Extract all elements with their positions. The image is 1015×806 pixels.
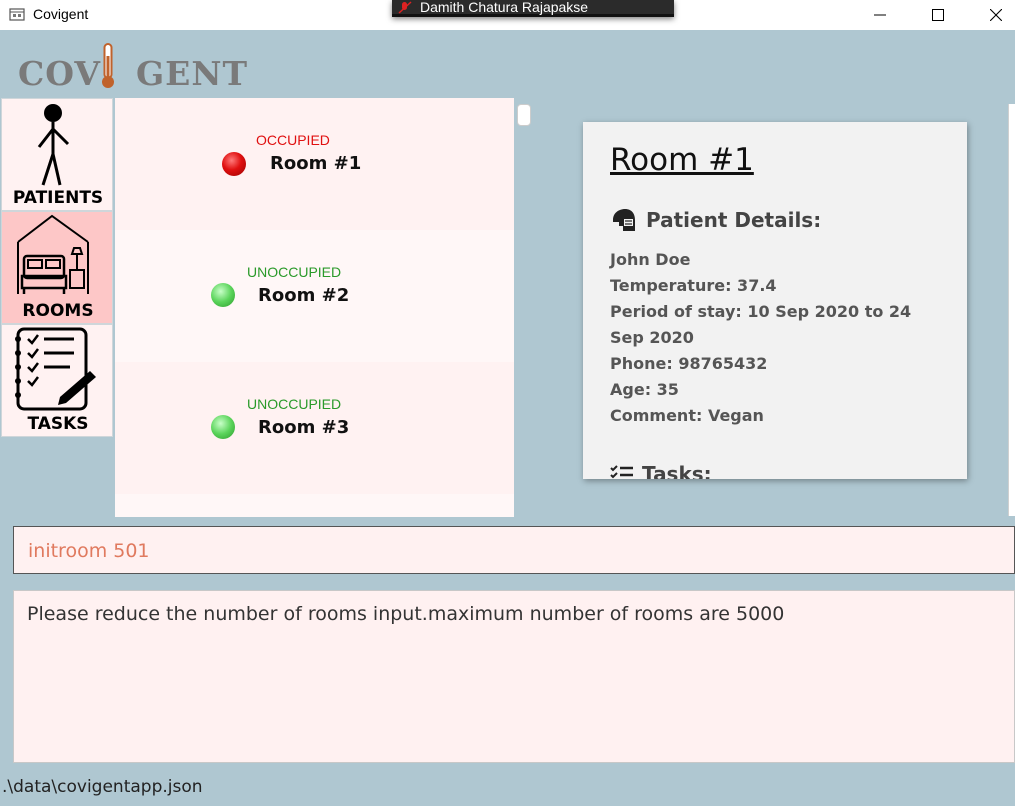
maximize-icon — [932, 9, 944, 21]
bedroom-icon — [17, 214, 89, 294]
checklist-icon — [15, 327, 96, 411]
sidebar-item-tasks[interactable]: TASKS — [1, 324, 113, 437]
patient-age: Age: 35 — [610, 380, 679, 399]
patient-mask-icon — [613, 209, 635, 231]
room-card-4[interactable] — [115, 494, 514, 517]
detail-scrollbar[interactable] — [1008, 104, 1015, 516]
sidebar-item-rooms[interactable]: ROOMS — [1, 211, 113, 324]
room-status: UNOCCUPIED — [247, 264, 342, 280]
thermometer-icon — [102, 43, 114, 88]
sidebar-item-patients[interactable]: PATIENTS — [1, 98, 113, 211]
patient-details-label: Patient Details: — [646, 208, 822, 232]
patient-details-heading: Patient Details: — [610, 208, 821, 232]
room-status: OCCUPIED — [256, 132, 330, 148]
unoccupied-status-icon — [211, 283, 235, 307]
room-list: OCCUPIED Room #1 UNOCCUPIED Room #2 UNOC… — [115, 98, 514, 517]
unoccupied-status-icon — [211, 415, 235, 439]
occupied-status-icon — [222, 152, 246, 176]
detail-room-title: Room #1 — [610, 142, 754, 178]
room-list-scrollbar[interactable] — [517, 104, 531, 126]
room-card-1[interactable]: OCCUPIED Room #1 — [115, 98, 514, 230]
room-name: Room #1 — [270, 153, 362, 174]
patient-name: John Doe — [610, 250, 691, 269]
patient-period-of-stay: Period of stay: 10 Sep 2020 to 24 Sep 20… — [610, 302, 912, 347]
sidebar-item-label: PATIENTS — [12, 188, 104, 208]
command-box — [13, 526, 1015, 574]
room-detail-card: Room #1 Patient Details: John Doe Temper… — [583, 122, 967, 479]
window-title: Covigent — [33, 6, 89, 22]
minimize-button[interactable] — [857, 0, 903, 30]
save-location-path: .\data\covigentapp.json — [2, 777, 203, 797]
room-card-3[interactable]: UNOCCUPIED Room #3 — [115, 362, 514, 494]
logo-text-left: COV — [18, 54, 102, 93]
result-display: Please reduce the number of rooms input.… — [13, 590, 1015, 763]
sidebar-item-label: TASKS — [27, 414, 89, 434]
logo-text-right: GENT — [136, 54, 249, 93]
room-status: UNOCCUPIED — [247, 396, 342, 412]
close-button[interactable] — [973, 0, 1015, 30]
close-icon — [990, 9, 1002, 21]
muted-mic-icon — [398, 1, 412, 14]
room-name: Room #3 — [258, 417, 350, 438]
room-name: Room #2 — [258, 285, 350, 306]
app-icon — [9, 8, 25, 21]
patient-phone: Phone: 98765432 — [610, 354, 768, 373]
room-card-2[interactable]: UNOCCUPIED Room #2 — [115, 230, 514, 362]
maximize-button[interactable] — [915, 0, 961, 30]
tasks-heading: Tasks: — [610, 462, 712, 479]
minimize-icon — [874, 14, 886, 16]
tasks-label: Tasks: — [642, 462, 712, 479]
task-list-icon — [610, 465, 633, 479]
patient-temperature: Temperature: 37.4 — [610, 276, 777, 295]
patient-details-lines: John Doe Temperature: 37.4 Period of sta… — [610, 247, 950, 429]
sidebar-item-label: ROOMS — [22, 301, 94, 321]
result-message: Please reduce the number of rooms input.… — [27, 603, 785, 625]
presenter-overlay: Damith Chatura Rajapakse — [392, 0, 674, 17]
presenter-name: Damith Chatura Rajapakse — [420, 0, 589, 15]
stick-figure-icon — [37, 104, 70, 186]
command-input[interactable] — [28, 537, 928, 565]
patient-comment: Comment: Vegan — [610, 406, 764, 425]
sidebar: PATIENTS ROOMS TASKS — [1, 98, 113, 437]
